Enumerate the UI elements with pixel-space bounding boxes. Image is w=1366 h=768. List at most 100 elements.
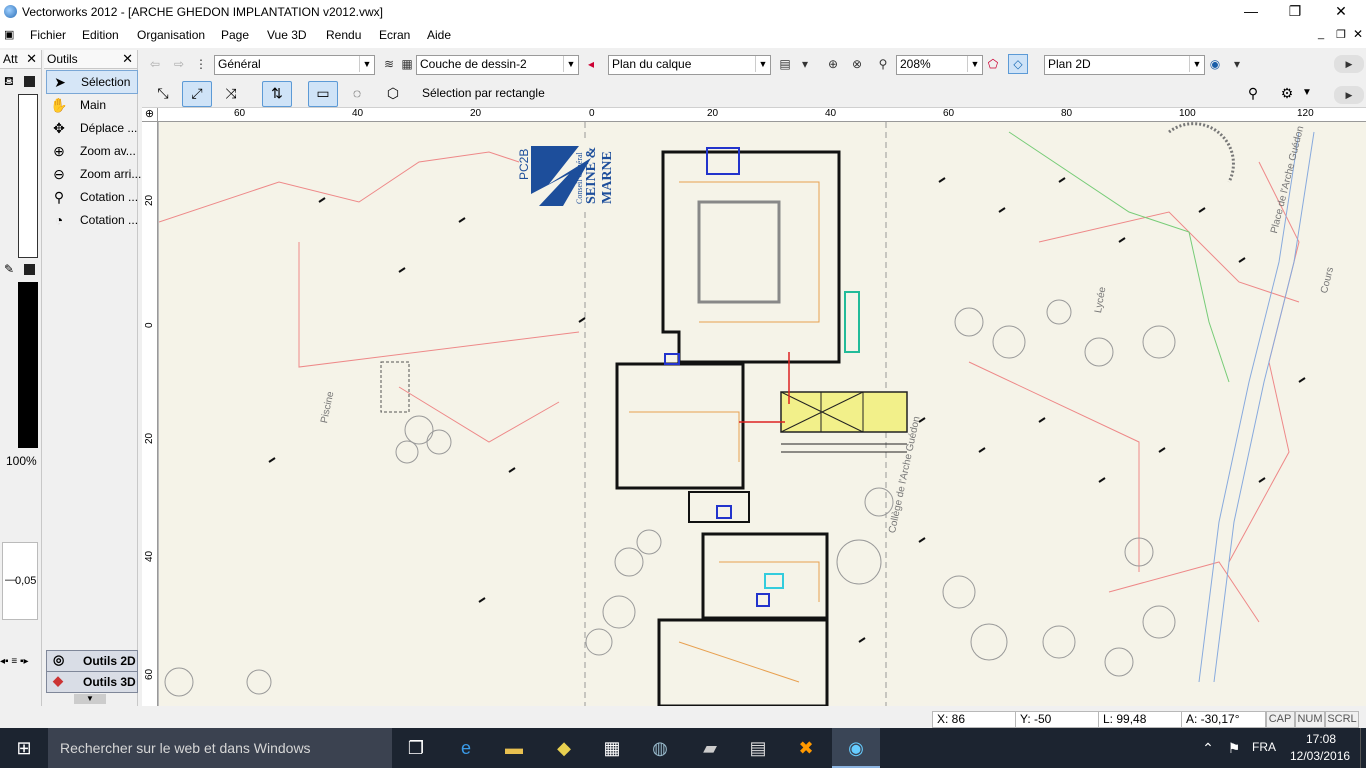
document-menu-icon[interactable]: ▣ [4,28,20,42]
opacity-value[interactable]: 100% [6,454,37,468]
flyover-icon[interactable]: ⬠ [984,55,1002,73]
find-icon[interactable]: ⚲ [1238,81,1268,107]
zoom-objects-icon[interactable]: ⊗ [848,55,866,73]
rectangle-marquee-icon[interactable]: ▭ [308,81,338,107]
mode-bar: ⤡ ⤢ ⤨ ⇅ ▭ ◌ ⬡ Sélection par rectangle ⚲ … [142,78,1366,108]
toolset-3d-button[interactable]: ◆ Outils 3D [46,671,138,693]
render-mode-icon[interactable]: ◉ [1206,55,1224,73]
attributes-palette-title: Att [3,52,18,66]
toolset-2d-button[interactable]: ◎ Outils 2D [46,650,138,672]
network-app-icon[interactable]: ◍ [636,728,684,768]
next-view-icon[interactable]: ⇨ [170,55,188,73]
render-dropdown-icon[interactable]: ▾ [1228,55,1246,73]
fill-pattern-preview[interactable] [18,94,38,258]
toolsets-more-icon[interactable]: ▼ [74,694,106,704]
fill-color-swatch[interactable] [24,76,35,87]
menu-edition[interactable]: Edition [82,28,119,42]
drawing-canvas[interactable]: Conseil Général SEINE & MARNE PC2B Pisci… [158,122,1366,706]
doc-close-icon[interactable]: ✕ [1353,27,1363,41]
multiple-object-scaling-icon[interactable]: ⤨ [216,81,246,107]
zoom-fit-icon[interactable]: ⊕ [824,55,842,73]
title-bar: Vectorworks 2012 - [ARCHE GHEDON IMPLANT… [0,0,1366,24]
menu-fichier[interactable]: Fichier [30,28,66,42]
ruler-label: 60 [943,108,955,119]
ruler-label: 80 [1061,108,1073,119]
standard-view-icon[interactable]: ◇ [1008,54,1028,74]
menu-vue-3d[interactable]: Vue 3D [267,28,307,42]
file-explorer-icon[interactable]: ▬ [490,728,538,768]
clock-time[interactable]: 17:08 [1306,732,1336,746]
tool-label: Cotation ... [80,190,139,204]
close-icon[interactable]: ✕ [26,51,37,67]
store-icon[interactable]: ▦ [588,728,636,768]
plane-select[interactable]: Plan du calque ▼ [608,55,771,75]
layer-options-icon[interactable]: ▦ [398,55,416,73]
menu-ecran[interactable]: Ecran [379,28,410,42]
tool-move-page[interactable]: ✥ Déplace ... [46,117,137,139]
tool-angle-dimension[interactable]: ◔ Cotation ... [46,209,139,231]
view-select[interactable]: Plan 2D ▼ [1044,55,1205,75]
vectorworks-taskbar-icon[interactable]: ◉ [832,728,880,768]
taskbar-search-box[interactable]: Rechercher sur le web et dans Windows [48,728,392,768]
printer-app-icon[interactable]: ▰ [686,728,734,768]
maximize-button[interactable]: ❐ [1272,0,1318,24]
close-icon[interactable]: ✕ [122,51,133,67]
class-icon[interactable]: ⋮ [192,55,210,73]
menu-rendu[interactable]: Rendu [326,28,361,42]
zoom-icon[interactable]: ⚲ [874,55,892,73]
close-button[interactable]: ✕ [1318,0,1364,24]
menu-page[interactable]: Page [221,28,249,42]
layers-icon[interactable]: ≋ [380,55,398,73]
menu-aide[interactable]: Aide [427,28,451,42]
document-app-icon[interactable]: ▤ [734,728,782,768]
show-desktop-button[interactable] [1360,728,1366,768]
clock-date[interactable]: 12/03/2016 [1290,749,1350,763]
doc-restore-icon[interactable]: ❐ [1336,28,1346,41]
line-weight-box[interactable]: — 0,05 [2,542,38,620]
tray-chevron-up-icon[interactable]: ⌃ [1196,728,1220,768]
tool-label: Cotation ... [80,213,139,227]
pen-pattern-preview[interactable] [18,282,38,448]
arrowhead-selector-icon[interactable]: ◂▪ ≡ ▪▸ [0,656,29,667]
tool-zoom-in[interactable]: ⊕ Zoom av... [46,140,136,162]
status-bar: X: 86 Y: -50 L: 99,48 A: -30,17° CAP NUM… [0,708,1366,728]
vlc-icon[interactable]: ✖ [782,728,830,768]
layer-select[interactable]: Couche de dessin-2 ▼ [416,55,579,75]
pen-color-swatch[interactable] [24,264,35,275]
tools-palette-title: Outils [47,52,78,66]
tool-selection[interactable]: ➤ Sélection [46,70,138,94]
tool-pan[interactable]: ✋ Main [46,94,136,116]
polygon-marquee-icon[interactable]: ⬡ [378,81,408,107]
chevron-down-icon: ▼ [359,56,374,72]
palette-collapse-icon[interactable]: ▶ [1334,55,1364,73]
ruler-origin-icon[interactable]: ⊕ [142,108,158,122]
windows-start-icon[interactable]: ⊞ [0,728,48,768]
doc-minimize-icon[interactable]: _ [1318,28,1324,40]
menu-organisation[interactable]: Organisation [137,28,205,42]
single-object-scaling-icon[interactable]: ⤢ [182,81,212,107]
sheet-dropdown-icon[interactable]: ▾ [796,55,814,73]
preferences-dropdown-icon[interactable]: ▼ [1298,81,1316,107]
language-indicator[interactable]: FRA [1252,740,1276,754]
task-view-icon[interactable]: ❐ [392,728,440,768]
mode-label: Sélection par rectangle [422,86,545,100]
dimension-icon: ⚲ [53,189,65,205]
working-plane-icon[interactable]: ◂ [582,55,600,73]
tool-dimension[interactable]: ⚲ Cotation ... [46,186,139,208]
lasso-marquee-icon[interactable]: ◌ [342,81,372,107]
horizontal-ruler[interactable]: 60 40 20 0 20 40 60 80 100 120 [158,108,1366,122]
folder-icon[interactable]: ◆ [540,728,588,768]
sheet-icon[interactable]: ▤ [776,55,794,73]
minimize-button[interactable]: — [1228,0,1274,24]
previous-view-icon[interactable]: ⇦ [146,55,164,73]
class-select[interactable]: Général ▼ [214,55,375,75]
vertical-ruler[interactable]: 20 0 20 40 60 [142,122,158,706]
transform-mode-icon[interactable]: ⇅ [262,81,292,107]
edge-browser-icon[interactable]: e [442,728,490,768]
tray-flag-icon[interactable]: ⚑ [1222,728,1246,768]
disable-interactive-scaling-icon[interactable]: ⤡ [148,81,178,107]
vectorworks-app-icon [4,5,17,18]
tool-zoom-out[interactable]: ⊖ Zoom arri... [46,163,141,185]
zoom-select[interactable]: 208% ▼ [896,55,983,75]
palette-collapse-2-icon[interactable]: ▶ [1334,86,1364,104]
